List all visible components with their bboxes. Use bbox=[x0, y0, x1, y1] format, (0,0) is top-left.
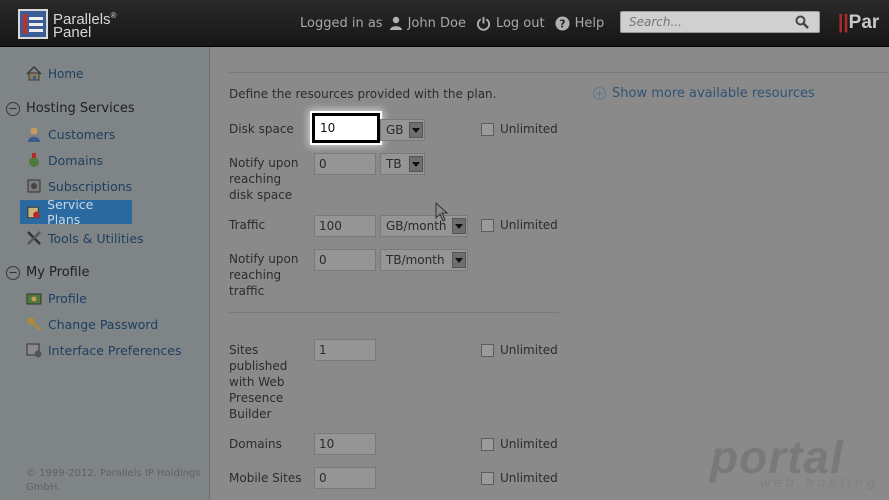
search-box bbox=[620, 11, 820, 33]
plus-icon: + bbox=[593, 86, 606, 100]
traffic-unlimited-checkbox[interactable] bbox=[481, 218, 494, 232]
top-bar: Parallels® Panel Logged in as John Doe L… bbox=[0, 0, 889, 47]
disk-space-unlimited[interactable]: Unlimited bbox=[481, 122, 558, 136]
sidebar-item-home[interactable]: Home bbox=[26, 66, 83, 81]
domains-input[interactable]: 10 bbox=[314, 433, 376, 455]
brand-partial-logo: ||Par bbox=[838, 12, 880, 33]
tools-icon bbox=[27, 231, 41, 245]
mobile-sites-input[interactable]: 0 bbox=[314, 467, 376, 489]
logged-in-info: Logged in as John Doe bbox=[300, 15, 466, 31]
section-my-profile[interactable]: − My Profile bbox=[6, 265, 89, 280]
notify-disk-unit-select[interactable]: TB bbox=[380, 153, 425, 175]
mobile-sites-unlimited-checkbox[interactable] bbox=[481, 471, 494, 485]
top-divider bbox=[229, 72, 889, 73]
notify-traffic-unit-select[interactable]: TB/month bbox=[380, 249, 468, 271]
sites-wpb-input[interactable]: 1 bbox=[314, 339, 376, 361]
dropdown-arrow-icon bbox=[409, 156, 423, 172]
svg-text:?: ? bbox=[559, 18, 565, 30]
sidebar-item-interface-preferences[interactable]: Interface Preferences bbox=[26, 340, 181, 360]
portal-watermark-sub: web hosting bbox=[760, 474, 879, 490]
domain-icon bbox=[29, 153, 39, 167]
parallels-panel-logo[interactable]: Parallels® Panel bbox=[18, 9, 117, 41]
domains-unlimited[interactable]: Unlimited bbox=[481, 437, 558, 451]
intro-text: Define the resources provided with the p… bbox=[229, 87, 497, 101]
user-icon bbox=[28, 127, 40, 142]
disk-space-unit-select[interactable]: GB bbox=[380, 119, 425, 141]
domains-label: Domains bbox=[229, 437, 282, 451]
help-icon: ? bbox=[555, 15, 570, 31]
user-icon bbox=[389, 16, 402, 30]
domains-unlimited-checkbox[interactable] bbox=[481, 437, 494, 451]
sidebar-item-profile[interactable]: Profile bbox=[26, 288, 87, 308]
service-plan-icon bbox=[27, 206, 40, 219]
user-toolbar: Logged in as John Doe Log out ? Help bbox=[300, 0, 614, 46]
notify-disk-input[interactable]: 0 bbox=[314, 153, 376, 175]
dropdown-arrow-icon bbox=[452, 218, 466, 234]
dropdown-arrow-icon bbox=[452, 252, 466, 268]
notify-traffic-label: Notify upon reaching traffic bbox=[229, 252, 299, 298]
parallels-logo-icon bbox=[18, 9, 48, 39]
traffic-label: Traffic bbox=[229, 218, 266, 232]
section-hosting-services[interactable]: − Hosting Services bbox=[6, 101, 135, 116]
logo-text: Parallels® Panel bbox=[53, 11, 117, 41]
traffic-input[interactable]: 100 bbox=[314, 215, 376, 237]
mouse-cursor-icon bbox=[435, 202, 449, 222]
search-icon[interactable] bbox=[795, 15, 809, 29]
disk-space-input[interactable]: 10 bbox=[312, 113, 380, 143]
section-divider bbox=[229, 312, 559, 313]
sites-wpb-unlimited-checkbox[interactable] bbox=[481, 343, 494, 357]
traffic-unlimited[interactable]: Unlimited bbox=[481, 218, 558, 232]
disk-space-label: Disk space bbox=[229, 122, 294, 136]
sites-wpb-label: Sites published with Web Presence Builde… bbox=[229, 343, 288, 421]
home-icon bbox=[26, 66, 42, 81]
sidebar-item-service-plans[interactable]: Service Plans bbox=[20, 197, 132, 227]
copyright-text: © 1999-2012. Parallels IP Holdings GmbH. bbox=[26, 468, 201, 493]
search-input[interactable] bbox=[621, 12, 791, 32]
subscription-icon bbox=[27, 179, 41, 193]
sidebar-item-subscriptions[interactable]: Subscriptions bbox=[26, 176, 132, 196]
sidebar-item-domains[interactable]: Domains bbox=[26, 150, 103, 170]
help-link[interactable]: ? Help bbox=[555, 15, 604, 31]
mobile-sites-label: Mobile Sites bbox=[229, 471, 302, 485]
profile-icon bbox=[26, 293, 42, 305]
preferences-icon bbox=[26, 343, 42, 358]
sidebar-item-tools-utilities[interactable]: Tools & Utilities bbox=[26, 228, 144, 248]
mobile-sites-unlimited[interactable]: Unlimited bbox=[481, 471, 558, 485]
sidebar: Home − Hosting Services Customers Domain… bbox=[0, 47, 210, 500]
traffic-unit-select[interactable]: GB/month bbox=[380, 215, 468, 237]
collapse-icon: − bbox=[6, 101, 20, 116]
notify-disk-label: Notify upon reaching disk space bbox=[229, 156, 299, 202]
key-icon bbox=[27, 317, 41, 331]
show-more-resources-link[interactable]: + Show more available resources bbox=[593, 86, 815, 101]
notify-traffic-input[interactable]: 0 bbox=[314, 249, 376, 271]
dropdown-arrow-icon bbox=[409, 122, 423, 138]
disk-space-unlimited-checkbox[interactable] bbox=[481, 122, 494, 136]
log-out-link[interactable]: Log out bbox=[476, 16, 545, 31]
power-icon bbox=[476, 16, 491, 31]
user-name-link[interactable]: John Doe bbox=[408, 16, 466, 31]
collapse-icon: − bbox=[6, 265, 20, 280]
sites-wpb-unlimited[interactable]: Unlimited bbox=[481, 343, 558, 357]
sidebar-item-change-password[interactable]: Change Password bbox=[26, 314, 158, 334]
sidebar-item-customers[interactable]: Customers bbox=[26, 124, 115, 144]
